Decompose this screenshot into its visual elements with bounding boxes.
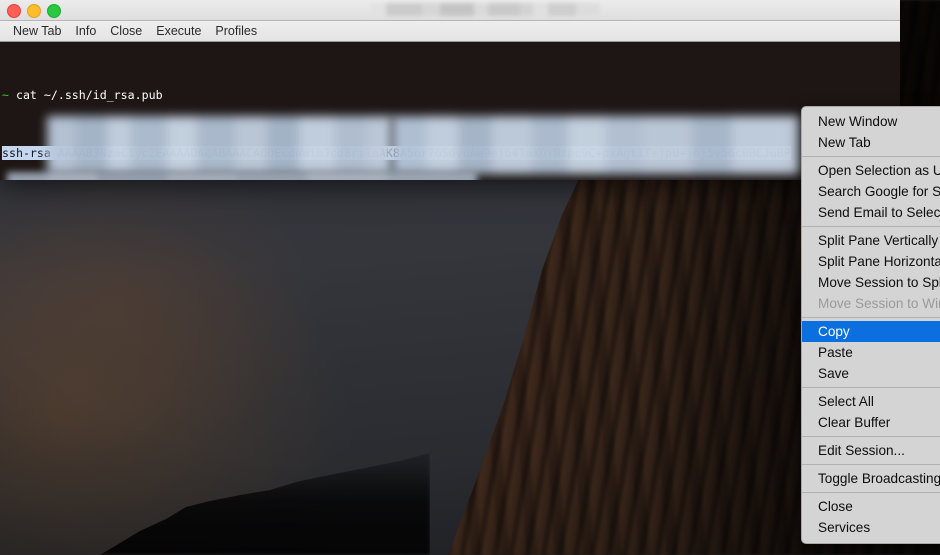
context-menu-separator-2 bbox=[802, 226, 940, 227]
context-menu-item-clear-buffer[interactable]: Clear Buffer bbox=[802, 412, 940, 433]
terminal-key-line-1: ssh-rsa AAAAB3NzaC1yc2EAAAADAQABAAACAQDE… bbox=[2, 146, 900, 161]
redaction-blur-left bbox=[47, 116, 392, 174]
terminal-command: cat ~/.ssh/id_rsa.pub bbox=[8, 87, 163, 102]
context-menu-item-select-all[interactable]: Select All bbox=[802, 391, 940, 412]
context-menu-separator-7 bbox=[802, 492, 940, 493]
menu-item-info[interactable]: Info bbox=[68, 22, 103, 40]
context-menu-item-split-pane-vertically[interactable]: Split Pane Vertically bbox=[802, 230, 940, 251]
context-menu-separator-3 bbox=[802, 317, 940, 318]
app-menu-bar: New Tab Info Close Execute Profiles bbox=[0, 21, 900, 42]
terminal-output-area[interactable]: ~ cat ~/.ssh/id_rsa.pub ssh-rsa AAAAB3Nz… bbox=[0, 42, 900, 180]
menu-item-execute[interactable]: Execute bbox=[149, 22, 208, 40]
context-menu-item-move-session-to-split-pane[interactable]: Move Session to Split Pane bbox=[802, 272, 940, 293]
minimize-button[interactable] bbox=[27, 4, 41, 18]
context-menu-separator-4 bbox=[802, 387, 940, 388]
context-menu-item-new-window[interactable]: New Window bbox=[802, 111, 940, 132]
context-menu-separator-1 bbox=[802, 156, 940, 157]
context-menu-separator-5 bbox=[802, 436, 940, 437]
traffic-lights bbox=[7, 4, 61, 18]
redaction-blur-line5 bbox=[7, 172, 477, 180]
prompt-symbol: ~ bbox=[2, 87, 9, 102]
menu-item-close[interactable]: Close bbox=[103, 22, 149, 40]
redaction-blur-right bbox=[392, 116, 800, 174]
context-menu-separator-6 bbox=[802, 464, 940, 465]
menu-item-profiles[interactable]: Profiles bbox=[208, 22, 264, 40]
context-menu-item-edit-session[interactable]: Edit Session... bbox=[802, 440, 940, 461]
context-menu-item-close[interactable]: Close bbox=[802, 496, 940, 517]
terminal-window: New Tab Info Close Execute Profiles ~ ca… bbox=[0, 0, 900, 180]
context-menu-item-toggle-broadcasting[interactable]: Toggle Broadcasting bbox=[802, 468, 940, 489]
menu-item-new-tab[interactable]: New Tab bbox=[6, 22, 68, 40]
context-menu-item-paste[interactable]: Paste bbox=[802, 342, 940, 363]
selected-key-text-1: ssh-rsa AAAAB3NzaC1yc2EAAAADAQABAAACAQDE… bbox=[2, 146, 791, 161]
context-menu-item-split-pane-horizontally[interactable]: Split Pane Horizontally bbox=[802, 251, 940, 272]
title-bar[interactable] bbox=[0, 0, 900, 21]
zoom-button[interactable] bbox=[47, 4, 61, 18]
close-button[interactable] bbox=[7, 4, 21, 18]
context-menu-item-search-google-for-selection[interactable]: Search Google for Selection bbox=[802, 181, 940, 202]
context-menu-item-open-selection-as-url[interactable]: Open Selection as URL bbox=[802, 160, 940, 181]
context-menu-item-services[interactable]: Services bbox=[802, 517, 940, 538]
context-menu-item-move-session-to-window: Move Session to Window bbox=[818, 295, 940, 311]
window-title-redacted bbox=[370, 3, 600, 16]
terminal-prompt-line: ~ cat ~/.ssh/id_rsa.pub bbox=[2, 88, 900, 103]
context-menu-item-new-tab[interactable]: New Tab bbox=[802, 132, 940, 153]
context-menu-item-save[interactable]: Save bbox=[802, 363, 940, 384]
context-menu-item-send-email-to-selection[interactable]: Send Email to Selection bbox=[802, 202, 940, 223]
terminal-context-menu: New Window New Tab Open Selection as URL… bbox=[801, 106, 940, 544]
context-menu-item-copy[interactable]: Copy bbox=[802, 321, 940, 342]
